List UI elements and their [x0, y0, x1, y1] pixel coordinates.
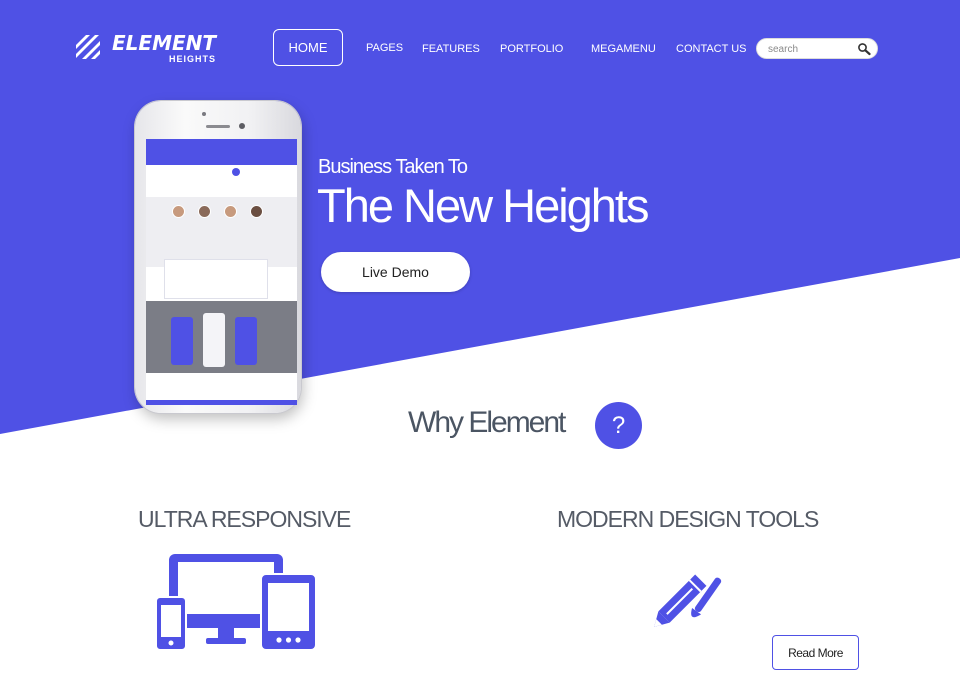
- search-input[interactable]: [768, 42, 856, 56]
- feature-title-responsive: ULTRA RESPONSIVE: [138, 506, 351, 532]
- mini-price-card: [235, 317, 257, 365]
- mini-hero: [146, 139, 297, 165]
- mini-avatar: [198, 205, 211, 218]
- feature-title-design-tools: MODERN DESIGN TOOLS: [557, 506, 819, 532]
- nav-portfolio[interactable]: PORTFOLIO: [500, 43, 563, 55]
- nav-home[interactable]: HOME: [273, 29, 343, 66]
- mini-why-badge: [232, 168, 240, 176]
- logo-name: ELEMENT: [112, 31, 217, 55]
- hero-subtitle: Business Taken To: [318, 156, 468, 178]
- question-badge: ?: [595, 402, 642, 449]
- phone-speaker: [206, 125, 230, 128]
- phone-mockup: [135, 101, 301, 413]
- pencil-brush-icon: [654, 574, 722, 627]
- search-box: [756, 38, 878, 59]
- phone-screen: [146, 139, 297, 405]
- mini-pricing: [146, 301, 297, 373]
- mini-team-section: [146, 197, 297, 267]
- stripes-logo-icon: [76, 35, 100, 59]
- logo-sub: HEIGHTS: [169, 54, 217, 64]
- read-more-button[interactable]: Read More: [772, 635, 859, 670]
- nav-features[interactable]: FEATURES: [422, 43, 480, 55]
- phone-camera: [239, 123, 245, 129]
- mini-avatar: [172, 205, 185, 218]
- nav-contact-us[interactable]: CONTACT US: [676, 43, 747, 55]
- nav-pages[interactable]: PAGES: [366, 42, 403, 54]
- nav-megamenu[interactable]: MEGAMENU: [591, 43, 656, 55]
- live-demo-button[interactable]: Live Demo: [321, 252, 470, 292]
- logo[interactable]: ELEMENT HEIGHTS: [74, 33, 216, 64]
- devices-icon: [156, 554, 316, 651]
- hero-title: The New Heights: [317, 179, 649, 232]
- mini-reviews: [164, 259, 268, 299]
- mini-avatar: [250, 205, 263, 218]
- search-icon[interactable]: [857, 42, 871, 56]
- mini-avatar: [224, 205, 237, 218]
- mini-price-card: [171, 317, 193, 365]
- phone-sensor: [202, 112, 206, 116]
- why-title: Why Element: [408, 406, 566, 439]
- mini-price-card: [203, 313, 225, 367]
- mini-footer-bar: [146, 400, 297, 405]
